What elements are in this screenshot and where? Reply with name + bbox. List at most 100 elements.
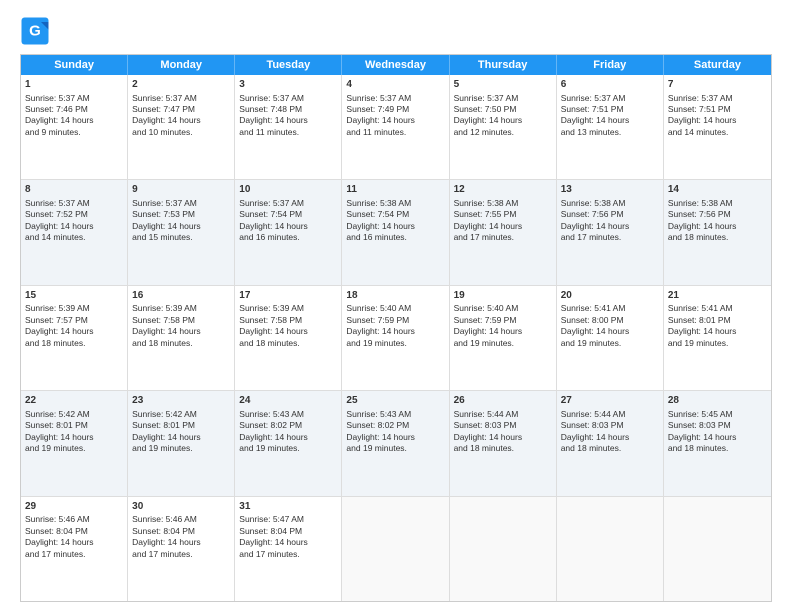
calendar-cell: 24Sunrise: 5:43 AMSunset: 8:02 PMDayligh…	[235, 391, 342, 495]
calendar-cell: 17Sunrise: 5:39 AMSunset: 7:58 PMDayligh…	[235, 286, 342, 390]
day-info: and 18 minutes.	[132, 338, 230, 349]
calendar-cell: 23Sunrise: 5:42 AMSunset: 8:01 PMDayligh…	[128, 391, 235, 495]
day-number: 5	[454, 78, 552, 92]
day-number: 31	[239, 500, 337, 514]
day-info: Sunrise: 5:40 AM	[454, 303, 552, 314]
calendar-cell: 6Sunrise: 5:37 AMSunset: 7:51 PMDaylight…	[557, 75, 664, 179]
day-info: and 19 minutes.	[561, 338, 659, 349]
day-number: 7	[668, 78, 767, 92]
day-info: Sunrise: 5:46 AM	[25, 514, 123, 525]
day-number: 1	[25, 78, 123, 92]
calendar-cell: 13Sunrise: 5:38 AMSunset: 7:56 PMDayligh…	[557, 180, 664, 284]
day-info: Sunset: 8:00 PM	[561, 315, 659, 326]
day-info: Daylight: 14 hours	[239, 537, 337, 548]
day-info: Sunrise: 5:38 AM	[561, 198, 659, 209]
day-info: Sunrise: 5:38 AM	[346, 198, 444, 209]
calendar-cell: 1Sunrise: 5:37 AMSunset: 7:46 PMDaylight…	[21, 75, 128, 179]
day-info: Sunrise: 5:42 AM	[132, 409, 230, 420]
header-day-monday: Monday	[128, 55, 235, 75]
day-info: Sunset: 8:04 PM	[132, 526, 230, 537]
day-info: and 16 minutes.	[346, 232, 444, 243]
day-number: 22	[25, 394, 123, 408]
header-day-tuesday: Tuesday	[235, 55, 342, 75]
day-info: Sunset: 7:56 PM	[561, 209, 659, 220]
calendar-cell: 18Sunrise: 5:40 AMSunset: 7:59 PMDayligh…	[342, 286, 449, 390]
day-info: Sunset: 8:02 PM	[346, 420, 444, 431]
day-info: Sunset: 7:51 PM	[561, 104, 659, 115]
day-info: and 17 minutes.	[239, 549, 337, 560]
day-info: Sunset: 7:52 PM	[25, 209, 123, 220]
day-info: Sunset: 8:02 PM	[239, 420, 337, 431]
day-number: 19	[454, 289, 552, 303]
day-info: Sunrise: 5:45 AM	[668, 409, 767, 420]
day-number: 13	[561, 183, 659, 197]
day-info: and 19 minutes.	[346, 443, 444, 454]
day-number: 11	[346, 183, 444, 197]
day-number: 18	[346, 289, 444, 303]
day-info: Sunset: 7:59 PM	[346, 315, 444, 326]
calendar-row-1: 8 Sunrise: 5:37 AM Sunset: 7:52 PMDaylight…	[21, 180, 771, 285]
day-info: Daylight: 14 hours	[132, 115, 230, 126]
day-info: and 9 minutes.	[25, 127, 123, 138]
calendar-cell: 11Sunrise: 5:38 AMSunset: 7:54 PMDayligh…	[342, 180, 449, 284]
day-info: Sunrise: 5:37 AM	[132, 93, 230, 104]
day-info: Daylight: 14 hours	[25, 326, 123, 337]
header-day-friday: Friday	[557, 55, 664, 75]
calendar-cell: 3Sunrise: 5:37 AMSunset: 7:48 PMDaylight…	[235, 75, 342, 179]
calendar-cell: 8Sunrise: 5:37 AMSunset: 7:52 PMDaylight…	[21, 180, 128, 284]
day-info: and 17 minutes.	[132, 549, 230, 560]
day-info: and 18 minutes.	[668, 232, 767, 243]
day-info: and 14 minutes.	[25, 232, 123, 243]
day-info: and 11 minutes.	[346, 127, 444, 138]
day-info: Sunset: 7:59 PM	[454, 315, 552, 326]
day-info: Sunrise: 5:43 AM	[346, 409, 444, 420]
day-number: 8	[25, 183, 123, 197]
day-number: 24	[239, 394, 337, 408]
day-info: Sunset: 8:01 PM	[668, 315, 767, 326]
calendar-cell	[342, 497, 449, 601]
day-info: Sunset: 7:58 PM	[132, 315, 230, 326]
day-info: Sunset: 7:51 PM	[668, 104, 767, 115]
calendar-cell	[557, 497, 664, 601]
day-info: Sunset: 8:04 PM	[25, 526, 123, 537]
day-info: Daylight: 14 hours	[239, 326, 337, 337]
day-info: and 13 minutes.	[561, 127, 659, 138]
day-info: Daylight: 14 hours	[346, 326, 444, 337]
day-number: 15	[25, 289, 123, 303]
day-info: Daylight: 14 hours	[132, 326, 230, 337]
day-info: Sunrise: 5:37 AM	[346, 93, 444, 104]
calendar-cell: 29Sunrise: 5:46 AMSunset: 8:04 PMDayligh…	[21, 497, 128, 601]
svg-text:G: G	[29, 23, 41, 40]
day-info: Sunrise: 5:46 AM	[132, 514, 230, 525]
day-number: 28	[668, 394, 767, 408]
day-info: Sunset: 7:58 PM	[239, 315, 337, 326]
day-info: and 10 minutes.	[132, 127, 230, 138]
day-info: Daylight: 14 hours	[561, 326, 659, 337]
day-info: Sunrise: 5:41 AM	[561, 303, 659, 314]
day-info: Sunrise: 5:37 AM	[239, 198, 337, 209]
day-number: 26	[454, 394, 552, 408]
day-info: Daylight: 14 hours	[132, 537, 230, 548]
day-info: Daylight: 14 hours	[25, 221, 123, 232]
day-info: Sunrise: 5:40 AM	[346, 303, 444, 314]
page: G SundayMondayTuesdayWednesdayThursdayFr…	[0, 0, 792, 612]
day-number: 27	[561, 394, 659, 408]
calendar-cell: 10Sunrise: 5:37 AMSunset: 7:54 PMDayligh…	[235, 180, 342, 284]
day-info: Daylight: 14 hours	[561, 115, 659, 126]
day-info: and 12 minutes.	[454, 127, 552, 138]
header-day-thursday: Thursday	[450, 55, 557, 75]
day-info: Sunrise: 5:39 AM	[25, 303, 123, 314]
header: G	[20, 16, 772, 46]
day-number: 23	[132, 394, 230, 408]
day-info: Sunrise: 5:44 AM	[454, 409, 552, 420]
logo: G	[20, 16, 54, 46]
calendar-row-3: 22Sunrise: 5:42 AMSunset: 8:01 PMDayligh…	[21, 391, 771, 496]
day-info: and 18 minutes.	[454, 443, 552, 454]
day-info: Daylight: 14 hours	[132, 432, 230, 443]
day-number: 2	[132, 78, 230, 92]
day-number: 25	[346, 394, 444, 408]
day-info: Sunset: 7:54 PM	[346, 209, 444, 220]
day-info: Daylight: 14 hours	[668, 432, 767, 443]
calendar-cell: 9Sunrise: 5:37 AMSunset: 7:53 PMDaylight…	[128, 180, 235, 284]
day-info: and 18 minutes.	[239, 338, 337, 349]
